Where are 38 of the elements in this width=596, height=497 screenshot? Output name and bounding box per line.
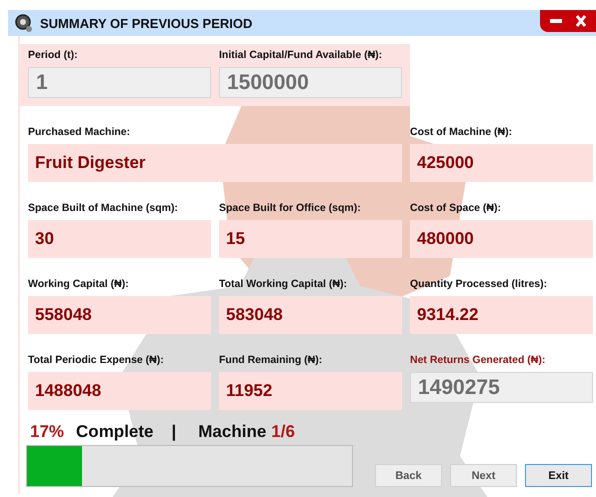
value-field[interactable]: 1500000 — [219, 67, 402, 98]
nav-button[interactable]: Back — [375, 464, 442, 487]
nav-button[interactable]: Next — [450, 464, 517, 487]
value-field[interactable]: 15 — [219, 220, 402, 258]
value-field[interactable]: 30 — [28, 220, 211, 258]
field-label: Space Built for Office (sqm): — [219, 202, 362, 216]
value-field[interactable]: 11952 — [219, 372, 402, 410]
field-label: Total Working Capital (₦): — [219, 278, 348, 292]
field-label: Working Capital (₦): — [28, 278, 130, 292]
value-field[interactable]: 1490275 — [410, 372, 593, 403]
field-label: Cost of Machine (₦): — [410, 126, 514, 140]
nav-button[interactable]: Exit — [525, 464, 592, 487]
percent-text: 17% — [30, 422, 64, 442]
value-field[interactable]: 1488048 — [28, 372, 211, 410]
value-field[interactable]: 558048 — [28, 296, 211, 334]
window-controls[interactable] — [540, 10, 596, 32]
separator-text: | — [172, 422, 176, 442]
complete-text: Complete — [76, 422, 154, 442]
field-label: Cost of Space (₦): — [410, 202, 502, 216]
value-field[interactable]: 480000 — [410, 220, 593, 258]
close-icon[interactable] — [576, 15, 586, 27]
field-label: Initial Capital/Fund Available (₦): — [219, 49, 384, 63]
field-label: Net Returns Generated (₦): — [410, 354, 546, 368]
gear-icon — [14, 13, 34, 33]
value-field[interactable]: 9314.22 — [410, 296, 593, 334]
window-title: SUMMARY OF PREVIOUS PERIOD — [40, 16, 252, 30]
value-field[interactable]: Fruit Digester — [28, 144, 402, 182]
machine-text: Machine — [198, 422, 266, 442]
field-label: Total Periodic Expense (₦): — [28, 354, 165, 368]
value-field[interactable]: 425000 — [410, 144, 593, 182]
field-label: Period (t): — [28, 49, 79, 63]
machine-count: 1/6 — [271, 422, 295, 442]
value-field[interactable]: 583048 — [219, 296, 402, 334]
field-label: Quantity Processed (litres): — [410, 278, 548, 292]
field-label: Space Built of Machine (sqm): — [28, 202, 179, 216]
field-label: Fund Remaining (₦): — [219, 354, 324, 368]
value-field[interactable]: 1 — [28, 67, 211, 98]
field-label: Purchased Machine: — [28, 126, 132, 140]
